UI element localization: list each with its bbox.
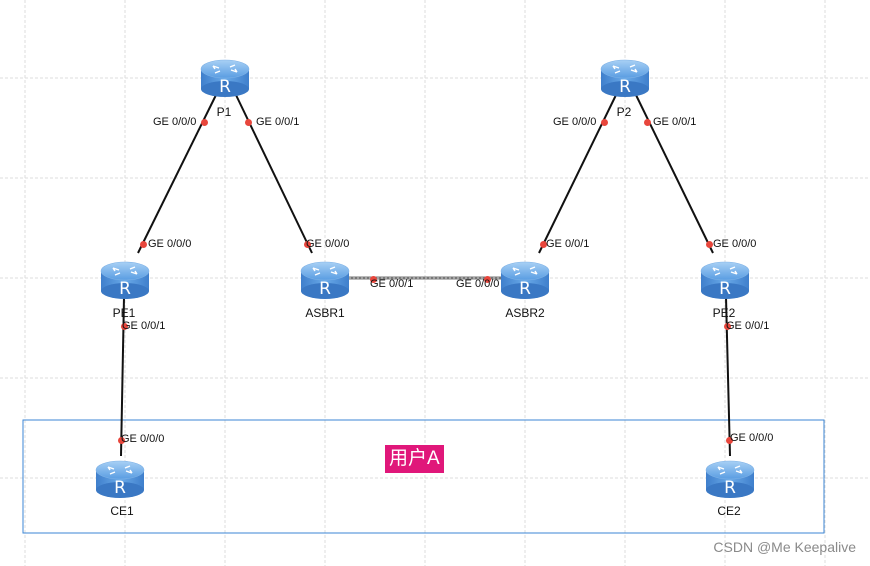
port-label-p2-ge000: GE 0/0/0 bbox=[553, 116, 597, 128]
port-label-asbr2-ge000: GE 0/0/0 bbox=[456, 278, 500, 290]
port-label-pe1-ge001: GE 0/0/1 bbox=[122, 320, 166, 332]
port-label-asbr2-ge001: GE 0/0/1 bbox=[546, 238, 590, 250]
router-label-p1: P1 bbox=[216, 105, 232, 119]
user-a-tag: 用户A bbox=[385, 445, 444, 473]
router-label-pe1: PE1 bbox=[112, 306, 136, 320]
router-label-asbr1: ASBR1 bbox=[305, 306, 345, 320]
port-label-pe1-ge000: GE 0/0/0 bbox=[148, 238, 192, 250]
watermark: CSDN @Me Keepalive bbox=[713, 539, 856, 555]
port-label-pe2-ge001: GE 0/0/1 bbox=[726, 320, 770, 332]
port-dot-pe1-ge000[interactable] bbox=[139, 240, 147, 248]
port-dot-p1-ge001[interactable] bbox=[244, 118, 252, 126]
port-dot-pe2-ge000[interactable] bbox=[705, 240, 713, 248]
router-label-pe2: PE2 bbox=[712, 306, 736, 320]
port-label-ce1-ge000: GE 0/0/0 bbox=[121, 433, 165, 445]
port-label-p1-ge000: GE 0/0/0 bbox=[153, 116, 197, 128]
port-label-pe2-ge000: GE 0/0/0 bbox=[713, 238, 757, 250]
topology-stage: P1 P2 PE1 ASBR1 ASBR2 PE2 CE1 CE2 GE 0/0/0 GE 0/0… bbox=[0, 0, 870, 566]
port-dot-p2-ge000[interactable] bbox=[600, 118, 608, 126]
port-label-p1-ge001: GE 0/0/1 bbox=[256, 116, 300, 128]
port-dot-p1-ge000[interactable] bbox=[200, 118, 208, 126]
router-label-asbr2: ASBR2 bbox=[505, 306, 545, 320]
port-label-ce2-ge000: GE 0/0/0 bbox=[730, 432, 774, 444]
router-label-ce2: CE2 bbox=[717, 504, 741, 518]
port-label-asbr1-ge001: GE 0/0/1 bbox=[370, 278, 414, 290]
port-label-p2-ge001: GE 0/0/1 bbox=[653, 116, 697, 128]
port-label-asbr1-ge000: GE 0/0/0 bbox=[306, 238, 350, 250]
router-label-p2: P2 bbox=[616, 105, 632, 119]
router-label-ce1: CE1 bbox=[110, 504, 134, 518]
port-dot-p2-ge001[interactable] bbox=[643, 118, 651, 126]
